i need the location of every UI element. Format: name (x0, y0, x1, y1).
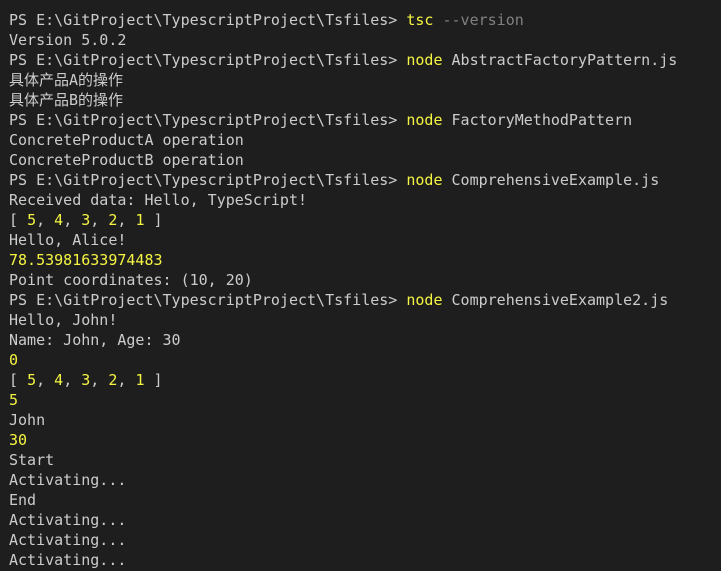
prompt: PS E:\GitProject\TypescriptProject\Tsfil… (9, 11, 407, 29)
array-open: [ (9, 371, 28, 389)
array-separator: , (36, 211, 55, 229)
array-separator: , (63, 211, 82, 229)
command-argument: FactoryMethodPattern (451, 111, 633, 129)
array-value: 4 (54, 211, 64, 229)
terminal-window[interactable]: PS E:\GitProject\TypescriptProject\Tsfil… (0, 0, 721, 571)
terminal-line-output: Name: John, Age: 30 (9, 331, 181, 349)
array-separator: , (90, 371, 109, 389)
prompt: PS E:\GitProject\TypescriptProject\Tsfil… (9, 111, 407, 129)
array-separator: , (36, 371, 55, 389)
array-value: 5 (27, 211, 37, 229)
array-separator: , (90, 211, 109, 229)
command-argument: ComprehensiveExample2.js (451, 291, 669, 309)
prompt: PS E:\GitProject\TypescriptProject\Tsfil… (9, 51, 407, 69)
command-flag: --version (442, 11, 524, 29)
terminal-line-output: Point coordinates: (10, 20) (9, 271, 253, 289)
array-value: 5 (27, 371, 37, 389)
command-name: node (406, 111, 443, 129)
terminal-line-number: 30 (9, 431, 28, 449)
terminal-line-array: [ 5, 4, 3, 2, 1 ] (9, 370, 721, 390)
terminal-line-number: 5 (9, 391, 19, 409)
terminal-line-output: End (9, 491, 37, 509)
terminal-line-array: [ 5, 4, 3, 2, 1 ] (9, 210, 721, 230)
array-close: ] (144, 371, 163, 389)
terminal-line-output: John (9, 411, 46, 429)
array-separator: , (63, 371, 82, 389)
terminal-line-output: Activating... (9, 551, 127, 569)
command-name: tsc (406, 11, 434, 29)
prompt: PS E:\GitProject\TypescriptProject\Tsfil… (9, 291, 407, 309)
command-argument: AbstractFactoryPattern.js (451, 51, 678, 69)
terminal-line-output: Hello, John! (9, 311, 118, 329)
terminal-line-output: Start (9, 451, 55, 469)
terminal-line-command: PS E:\GitProject\TypescriptProject\Tsfil… (9, 110, 721, 130)
array-separator: , (117, 211, 136, 229)
terminal-line-output: ConcreteProductB operation (9, 151, 244, 169)
terminal-line-output: Activating... (9, 531, 127, 549)
terminal-line-output: 具体产品A的操作 (9, 71, 124, 89)
terminal-line-output: Received data: Hello, TypeScript! (9, 191, 308, 209)
array-separator: , (117, 371, 136, 389)
array-value: 4 (54, 371, 64, 389)
array-close: ] (144, 211, 163, 229)
terminal-line-number: 78.53981633974483 (9, 251, 163, 269)
terminal-line-output: 具体产品B的操作 (9, 91, 124, 109)
terminal-line-number: 0 (9, 351, 19, 369)
terminal-line-command: PS E:\GitProject\TypescriptProject\Tsfil… (9, 50, 721, 70)
terminal-line-command: PS E:\GitProject\TypescriptProject\Tsfil… (9, 290, 721, 310)
command-name: node (406, 171, 443, 189)
prompt: PS E:\GitProject\TypescriptProject\Tsfil… (9, 171, 407, 189)
array-open: [ (9, 211, 28, 229)
terminal-line-output: Activating... (9, 471, 127, 489)
command-name: node (406, 291, 443, 309)
terminal-line-output: Hello, Alice! (9, 231, 127, 249)
terminal-line-output: Version 5.0.2 (9, 31, 127, 49)
terminal-line-command: PS E:\GitProject\TypescriptProject\Tsfil… (9, 10, 721, 30)
terminal-line-output: ConcreteProductA operation (9, 131, 244, 149)
command-argument: ComprehensiveExample.js (451, 171, 660, 189)
array-value: 3 (81, 371, 91, 389)
command-name: node (406, 51, 443, 69)
terminal-line-output: Activating... (9, 511, 127, 529)
terminal-line-command: PS E:\GitProject\TypescriptProject\Tsfil… (9, 170, 721, 190)
array-value: 3 (81, 211, 91, 229)
